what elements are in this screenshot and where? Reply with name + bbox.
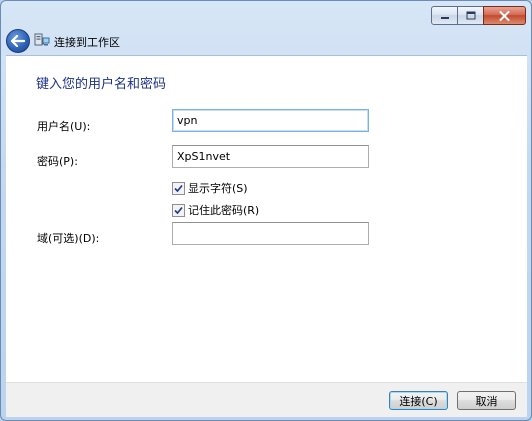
title-bar[interactable] [1,1,531,27]
network-icon [34,33,50,46]
username-label: 用户名(U): [37,120,91,133]
content-panel: 键入您的用户名和密码 用户名(U): 密码(P): 显示字符(S) 记住此密码(… [6,55,527,382]
caption-buttons [431,6,526,25]
show-chars-checkbox[interactable] [172,181,185,195]
back-arrow-icon [11,35,25,47]
close-icon [499,10,510,21]
back-button[interactable] [6,29,30,53]
close-button[interactable] [483,6,526,25]
username-input[interactable] [172,109,369,132]
password-label: 密码(P): [37,155,78,168]
button-bar: 连接(C) 取消 [6,382,527,417]
show-chars-label: 显示字符(S) [188,182,248,195]
maximize-icon [466,11,475,20]
dialog-window: 连接到工作区 键入您的用户名和密码 用户名(U): 密码(P): 显示字符(S)… [0,0,532,421]
domain-label: 域(可选)(D): [37,232,100,245]
page-heading: 键入您的用户名和密码 [36,77,167,92]
checkmark-icon [174,206,183,214]
domain-input[interactable] [172,222,369,245]
password-input[interactable] [172,145,369,168]
maximize-button[interactable] [458,6,483,25]
remember-password-option[interactable]: 记住此密码(R) [172,202,259,218]
minimize-button[interactable] [431,6,458,25]
show-chars-option[interactable]: 显示字符(S) [172,180,248,196]
remember-password-label: 记住此密码(R) [188,204,260,217]
minimize-icon [440,16,449,19]
checkmark-icon [174,184,183,192]
connect-button[interactable]: 连接(C) [389,391,448,410]
navigation-bar: 连接到工作区 [1,27,531,55]
cancel-button[interactable]: 取消 [457,391,516,410]
remember-password-checkbox[interactable] [172,203,185,217]
nav-title: 连接到工作区 [54,36,120,49]
